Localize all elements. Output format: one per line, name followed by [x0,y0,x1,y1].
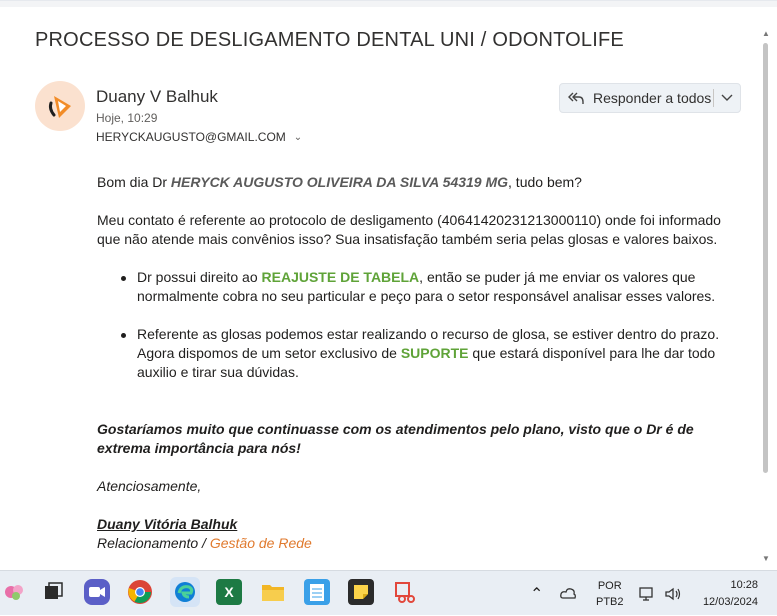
email-subject: PROCESSO DE DESLIGAMENTO DENTAL UNI / OD… [35,29,624,51]
task-view-icon[interactable] [40,579,66,605]
bullet-item-glosas: Referente as glosas podemos estar realiz… [119,325,747,382]
signature-role-highlight: Gestão de Rede [209,535,312,551]
clock-time: 10:28 [730,578,758,591]
chevron-up-icon[interactable]: ⌃ [530,584,543,604]
sticky-notes-icon[interactable] [348,579,374,605]
chevron-down-icon [721,94,733,101]
volume-icon [665,587,681,600]
greeting: Bom dia Dr HERYCK AUGUSTO OLIVEIRA DA SI… [97,173,747,192]
bullet2-highlight: SUPORTE [400,345,469,361]
network-icon [639,586,653,601]
top-strip [0,1,777,7]
avatar[interactable] [35,81,85,131]
greeting-prefix: Bom dia Dr [97,174,171,190]
scroll-up-arrow-icon[interactable]: ▲ [762,29,770,38]
edge-icon[interactable] [170,577,200,607]
vertical-scrollbar[interactable]: ▲ ▼ [761,29,771,563]
paragraph-protocol: Meu contato é referente ao protocolo de … [97,212,721,247]
sent-time: Hoje, 10:29 [96,111,158,125]
signature-role: Relacionamento / Gestão de Rede [97,534,747,553]
closing-statement: Gostaríamos muito que continuasse com os… [97,421,694,456]
keyboard-layout: PTB2 [596,595,624,608]
system-tray: ⌃ [530,571,577,616]
sender-name[interactable]: Duany V Balhuk [96,87,218,107]
reply-all-button[interactable]: Responder a todos [559,83,741,113]
greeting-suffix: , tudo bem? [508,174,582,190]
bullet1-text-pre: Dr possui direito ao [137,269,262,285]
reply-options-button[interactable] [714,84,740,112]
bullet-item-reajuste: Dr possui direito ao REAJUSTE DE TABELA,… [119,268,747,306]
chevron-double-down-icon[interactable]: ⌄ [294,132,302,143]
scroll-down-arrow-icon[interactable]: ▼ [762,554,770,563]
signature-role-text: Relacionamento / [97,535,210,551]
signature-name: Duany Vitória Balhuk [97,516,238,532]
cloud-sync-icon[interactable] [559,585,577,603]
reply-all-icon [568,92,584,104]
recipient-address: HERYCKAUGUSTO@GMAIL.COM [96,130,286,144]
snipping-tool-icon[interactable] [392,579,418,605]
bullet-list: Dr possui direito ao REAJUSTE DE TABELA,… [97,268,747,382]
reply-all-label: Responder a todos [593,90,712,106]
clock-date: 12/03/2024 [702,595,758,608]
taskbar: X ⌃ POR PTB2 10:28 12/03/2024 [0,570,777,615]
email-reading-pane: PROCESSO DE DESLIGAMENTO DENTAL UNI / OD… [0,0,777,570]
widgets-icon[interactable] [0,579,30,605]
sender-logo-icon [48,96,71,118]
file-explorer-icon[interactable] [260,579,286,605]
teams-icon[interactable] [84,579,110,605]
scroll-thumb[interactable] [763,43,768,473]
regards: Atenciosamente, [97,478,202,494]
input-language[interactable]: POR PTB2 [596,571,624,616]
reply-all-main[interactable]: Responder a todos [560,84,713,112]
notepad-icon[interactable] [304,579,330,605]
language-code: POR [597,579,622,592]
recipient-line[interactable]: HERYCKAUGUSTO@GMAIL.COM ⌄ [96,130,302,144]
quick-settings[interactable] [638,571,682,616]
clock[interactable]: 10:28 12/03/2024 [696,571,758,616]
greeting-recipient-name: HERYCK AUGUSTO OLIVEIRA DA SILVA 54319 M… [170,174,509,190]
email-body: Bom dia Dr HERYCK AUGUSTO OLIVEIRA DA SI… [97,173,747,553]
excel-icon[interactable]: X [216,579,242,605]
bullet1-highlight: REAJUSTE DE TABELA [261,269,420,285]
chrome-icon[interactable] [127,579,153,605]
